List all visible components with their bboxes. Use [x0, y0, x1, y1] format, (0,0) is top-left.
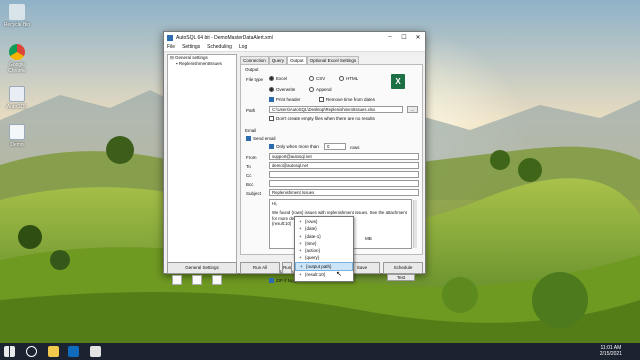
to-label: To [246, 164, 251, 169]
mb-label: MB [365, 236, 372, 241]
tab-optional-excel[interactable]: Optional Excel Settings [306, 56, 360, 64]
radio-overwrite[interactable]: Overwrite [269, 87, 295, 93]
radio-excel[interactable]: Excel [269, 76, 287, 82]
tab-strip: Connection Query Output Optional Excel S… [240, 56, 360, 64]
schedule-button[interactable]: Schedule [383, 262, 423, 274]
from-input[interactable]: support@autosql.net [269, 153, 419, 160]
placeholder-popup-menu: {rows} {date} {date-1} {time} {action} {… [294, 216, 354, 282]
output-section-label: Output [245, 67, 259, 72]
to-input[interactable]: demo@autosql.net [269, 162, 419, 169]
popup-item-date-minus-1[interactable]: {date-1} [295, 233, 353, 241]
menu-file[interactable]: File [167, 44, 175, 50]
general-settings-button[interactable]: General Settings [167, 262, 237, 274]
radio-html[interactable]: HTML [339, 76, 358, 82]
menu-scheduling[interactable]: Scheduling [207, 44, 232, 50]
clock-date: 2/15/2021 [599, 351, 622, 357]
body-line: We found {rows} issues with replenishmen… [272, 210, 407, 216]
path-label: Path [246, 108, 256, 113]
chrome-icon [9, 44, 25, 60]
desktop-icon-autosql[interactable]: AutoSQL [0, 86, 34, 110]
demo-icon [9, 124, 25, 140]
rows-label: rows [350, 145, 360, 150]
autosql-icon [9, 86, 25, 102]
browse-button[interactable]: ... [407, 106, 418, 113]
popup-item-time[interactable]: {time} [295, 240, 353, 248]
tab-output[interactable]: Output [287, 56, 307, 64]
file-explorer-icon[interactable] [48, 346, 59, 357]
email-section-label: Email [245, 128, 257, 133]
tab-connection[interactable]: Connection [240, 56, 269, 64]
mouse-cursor-icon: ↖ [336, 271, 342, 278]
window-titlebar[interactable]: AutoSQL 64 bit - DemoMasterDataAlert.xml… [164, 32, 425, 43]
maximize-button[interactable]: ☐ [397, 34, 411, 41]
desktop-icon-recycle-bin[interactable]: Recycle Bin [0, 4, 34, 28]
desktop-icon-demo[interactable]: Demo [0, 124, 34, 148]
path-input[interactable]: C:\Users\AutoSQL\Desktop\ReplenishmentIs… [269, 106, 403, 113]
print-header-checkbox[interactable]: Print header [269, 97, 301, 103]
delete-query-icon[interactable] [212, 275, 222, 285]
popup-item-result-10[interactable]: {result:10} [295, 271, 353, 279]
file-type-label: File type [246, 77, 264, 82]
outlook-icon[interactable] [68, 346, 79, 357]
popup-item-action[interactable]: {action} [295, 247, 353, 255]
subject-label: Subject [246, 191, 262, 196]
run-all-button[interactable]: Run All [240, 262, 280, 274]
system-clock[interactable]: 11:01 AM 2/15/2021 [600, 345, 622, 357]
excel-icon: X [391, 74, 405, 89]
popup-item-date[interactable]: {date} [295, 225, 353, 233]
only-when-rows-input[interactable]: 0 [324, 143, 346, 150]
start-button-icon[interactable] [4, 346, 15, 357]
bcc-input[interactable] [269, 180, 419, 187]
radio-append[interactable]: Append [309, 87, 332, 93]
popup-item-output-path[interactable]: {output path} [295, 261, 353, 272]
window-title: AutoSQL 64 bit - DemoMasterDataAlert.xml [176, 34, 273, 41]
dont-create-checkbox[interactable]: Don't create empty files when there are … [269, 116, 375, 122]
minimize-button[interactable]: – [383, 34, 397, 41]
desktop-icon-chrome[interactable]: Google Chrome [0, 44, 34, 74]
search-icon[interactable] [26, 346, 37, 357]
popup-item-rows[interactable]: {rows} [295, 218, 353, 226]
autosql-taskbar-icon[interactable] [90, 346, 101, 357]
tree-toolbar [172, 275, 222, 285]
menu-settings[interactable]: Settings [182, 44, 200, 50]
tab-query[interactable]: Query [268, 56, 288, 64]
recycle-bin-icon [9, 4, 25, 20]
settings-tree[interactable]: ⊟ General settings ▪ ReplenishmentIssues [167, 54, 237, 266]
cc-input[interactable] [269, 171, 419, 178]
body-scrollbar[interactable] [413, 200, 417, 248]
remove-time-checkbox[interactable]: Remove time from dates [319, 97, 375, 103]
subject-input[interactable]: Replenishment Issues [269, 189, 419, 196]
bcc-label: Bcc [246, 182, 254, 187]
send-email-checkbox[interactable]: Send email [246, 136, 276, 142]
run-button[interactable]: Run [282, 262, 292, 274]
tree-node-replenishment[interactable]: ▪ ReplenishmentIssues [168, 61, 236, 67]
app-icon [167, 34, 173, 41]
menu-log[interactable]: Log [239, 44, 247, 50]
taskbar: 11:01 AM 2/15/2021 [0, 343, 640, 360]
add-query-icon[interactable] [172, 275, 182, 285]
test-button[interactable]: Test [387, 274, 415, 281]
from-label: From [246, 155, 257, 160]
copy-query-icon[interactable] [192, 275, 202, 285]
only-when-checkbox[interactable]: Only when more than [269, 144, 319, 150]
close-button[interactable]: ✕ [411, 34, 425, 41]
menu-bar: File Settings Scheduling Log [164, 43, 425, 52]
radio-csv[interactable]: CSV [309, 76, 325, 82]
popup-item-query[interactable]: {query} [295, 254, 353, 262]
cc-label: Cc [246, 173, 252, 178]
